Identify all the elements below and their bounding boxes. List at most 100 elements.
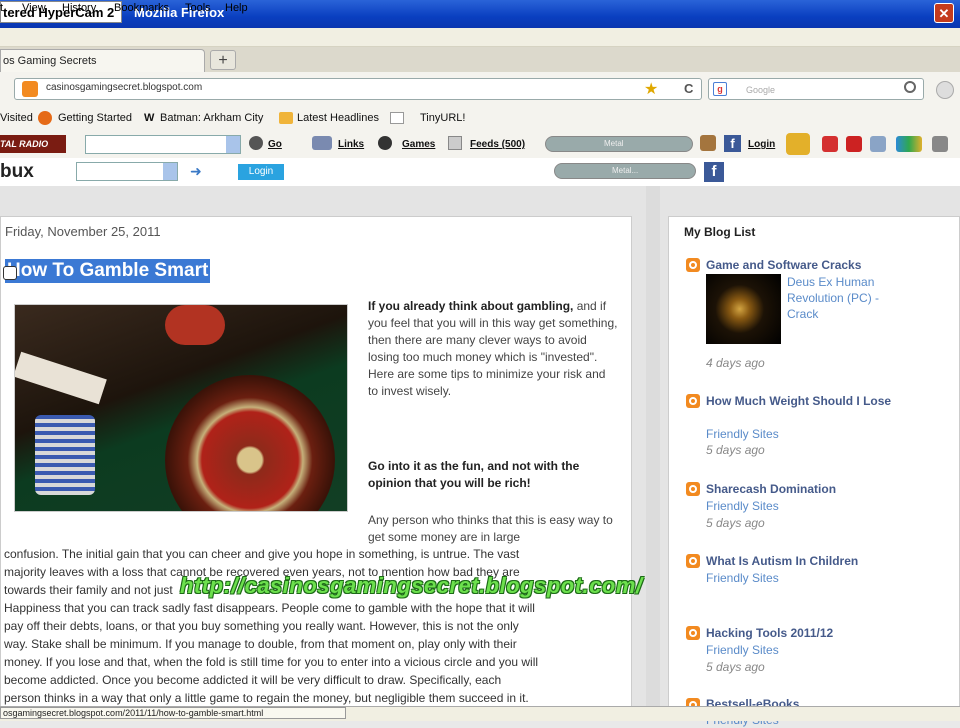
subheading-paragraph: Go into it as the fun, and not with the …: [368, 459, 580, 490]
new-tab-button[interactable]: +: [210, 50, 236, 70]
bookmark-star-icon[interactable]: ★: [644, 79, 658, 99]
rss-icon: [686, 258, 700, 272]
menu-tools[interactable]: Tools: [185, 2, 211, 14]
blog-list-item-title[interactable]: Hacking Tools 2011/12: [706, 626, 946, 641]
body-line: money. If you lose and that, when the fo…: [4, 655, 539, 669]
games-button[interactable]: Games: [402, 139, 435, 150]
body-line: person thinks in a way that only a littl…: [4, 691, 529, 705]
rss-icon: [686, 554, 700, 568]
blog-list-item-ago: 5 days ago: [706, 443, 765, 457]
intro-text: and if you feel that you will in this wa…: [368, 299, 618, 398]
blogger-favicon-icon: [22, 81, 38, 97]
rss-icon: [686, 394, 700, 408]
radio-player-label: Metal: [604, 139, 624, 148]
bookmark-most-visited[interactable]: Visited: [0, 112, 33, 124]
games-bar-icon[interactable]: [896, 136, 922, 152]
bookmark-getting-started[interactable]: Getting Started: [58, 112, 132, 124]
blog-list-item-title[interactable]: What Is Autism In Children: [706, 554, 946, 569]
wikipedia-icon: W: [144, 112, 155, 124]
mail-icon[interactable]: [786, 133, 810, 155]
games-icon: [378, 136, 392, 150]
blog-thumbnail[interactable]: [706, 274, 781, 344]
page-icon: [390, 112, 404, 124]
body-line: confusion. The initial gain that you can…: [4, 547, 520, 561]
blog-list-item-post[interactable]: Deus Ex Human Revolution (PC) - Crack: [787, 274, 907, 322]
toolbar-search-combo[interactable]: [85, 135, 241, 154]
links-icon: [312, 136, 332, 150]
blog-list-item-post[interactable]: Friendly Sites: [706, 570, 779, 586]
blog-list-heading: My Blog List: [684, 225, 756, 239]
blog-list-item-post[interactable]: Friendly Sites: [706, 426, 779, 442]
blog-list-item-ago: 4 days ago: [706, 356, 765, 370]
rss-folder-icon: [279, 112, 293, 124]
arrow-icon[interactable]: ➜: [190, 163, 202, 180]
blog-list-item-post[interactable]: Friendly Sites: [706, 498, 779, 514]
blog-list-item-ago: 5 days ago: [706, 660, 765, 674]
close-window-button[interactable]: ✕: [934, 3, 954, 23]
blog-list-item-post[interactable]: Friendly Sites: [706, 642, 779, 658]
player-figure: [165, 305, 225, 345]
chevron-down-icon[interactable]: [163, 163, 177, 180]
firefox-icon: [38, 111, 52, 125]
toolbar2-login-button[interactable]: Login: [238, 164, 284, 180]
chip-stack: [35, 415, 95, 495]
hand-cursor-icon: [3, 266, 17, 280]
body-line: pay off their debts, loans, or that you …: [4, 619, 519, 633]
rss-icon: [686, 482, 700, 496]
addon-icon[interactable]: [936, 81, 954, 99]
body-line: way. Stake shall be minimum. If you mana…: [4, 637, 517, 651]
roulette-wheel: [165, 375, 335, 511]
youtube-icon[interactable]: [846, 136, 862, 152]
menu-file[interactable]: t: [0, 2, 3, 14]
intro-paragraph: If you already think about gambling, and…: [368, 298, 618, 400]
deer-icon[interactable]: [700, 135, 716, 151]
url-text[interactable]: casinosgamingsecret.blogspot.com: [46, 82, 202, 93]
facebook-login-button[interactable]: Login: [748, 139, 775, 150]
search-placeholder: Google: [746, 85, 776, 95]
google-engine-icon[interactable]: g: [713, 82, 727, 96]
roulette-image[interactable]: [14, 304, 348, 512]
chart-icon[interactable]: [822, 136, 838, 152]
links-button[interactable]: Links: [338, 139, 364, 150]
gift-icon[interactable]: [870, 136, 886, 152]
menu-history[interactable]: History: [62, 2, 96, 14]
blog-list-item-title[interactable]: Game and Software Cracks: [706, 258, 946, 273]
more-icon[interactable]: [932, 136, 948, 152]
menu-view[interactable]: View: [22, 2, 46, 14]
chevron-down-icon[interactable]: [226, 136, 240, 153]
post-date: Friday, November 25, 2011: [5, 224, 161, 239]
bookmark-tinyurl[interactable]: TinyURL!: [420, 112, 465, 124]
blog-list-item-title[interactable]: Sharecash Domination: [706, 482, 946, 497]
search-input[interactable]: [708, 78, 924, 100]
recorder-label: tered HyperCam 2: [0, 1, 122, 23]
metal-radio-logo[interactable]: TAL RADIO: [0, 135, 66, 153]
blog-list-item-title[interactable]: How Much Weight Should I Lose: [706, 394, 916, 409]
bookmark-latest-headlines[interactable]: Latest Headlines: [297, 112, 379, 124]
body-line: Happiness that you can track sadly fast …: [4, 601, 535, 615]
dealer-arm: [15, 351, 107, 405]
menu-help[interactable]: Help: [225, 2, 248, 14]
reload-icon[interactable]: C: [684, 81, 693, 96]
body-paragraph-start: Any person who thinks that this is easy …: [368, 513, 613, 544]
feeds-icon: [448, 136, 462, 150]
tab-casino-gaming-secrets[interactable]: os Gaming Secrets: [0, 49, 205, 72]
blog-list-item-ago: 5 days ago: [706, 516, 765, 530]
bookmark-batman[interactable]: Batman: Arkham City: [160, 112, 263, 124]
facebook-notify-icon[interactable]: f: [704, 162, 724, 182]
go-icon: [249, 136, 263, 150]
post-title[interactable]: How To Gamble Smart: [5, 259, 211, 283]
toolbar-logo[interactable]: bux: [0, 161, 34, 183]
page-gutter: [646, 186, 660, 706]
body-line: become addicted. Once you become addicte…: [4, 673, 502, 687]
intro-bold: If you already think about gambling,: [368, 299, 574, 313]
radio-player-2-label: Metal...: [612, 166, 639, 175]
menu-bar: [0, 28, 960, 47]
rss-icon: [686, 626, 700, 640]
menu-bookmarks[interactable]: Bookmarks: [114, 2, 169, 14]
facebook-icon[interactable]: f: [724, 135, 741, 152]
go-button[interactable]: Go: [268, 139, 282, 150]
watermark-url: http://casinosgamingsecret.blogspot.com/: [180, 573, 643, 598]
search-icon[interactable]: [904, 81, 916, 93]
status-link-url: osgamingsecret.blogspot.com/2011/11/how-…: [0, 707, 346, 719]
feeds-button[interactable]: Feeds (500): [470, 139, 525, 150]
